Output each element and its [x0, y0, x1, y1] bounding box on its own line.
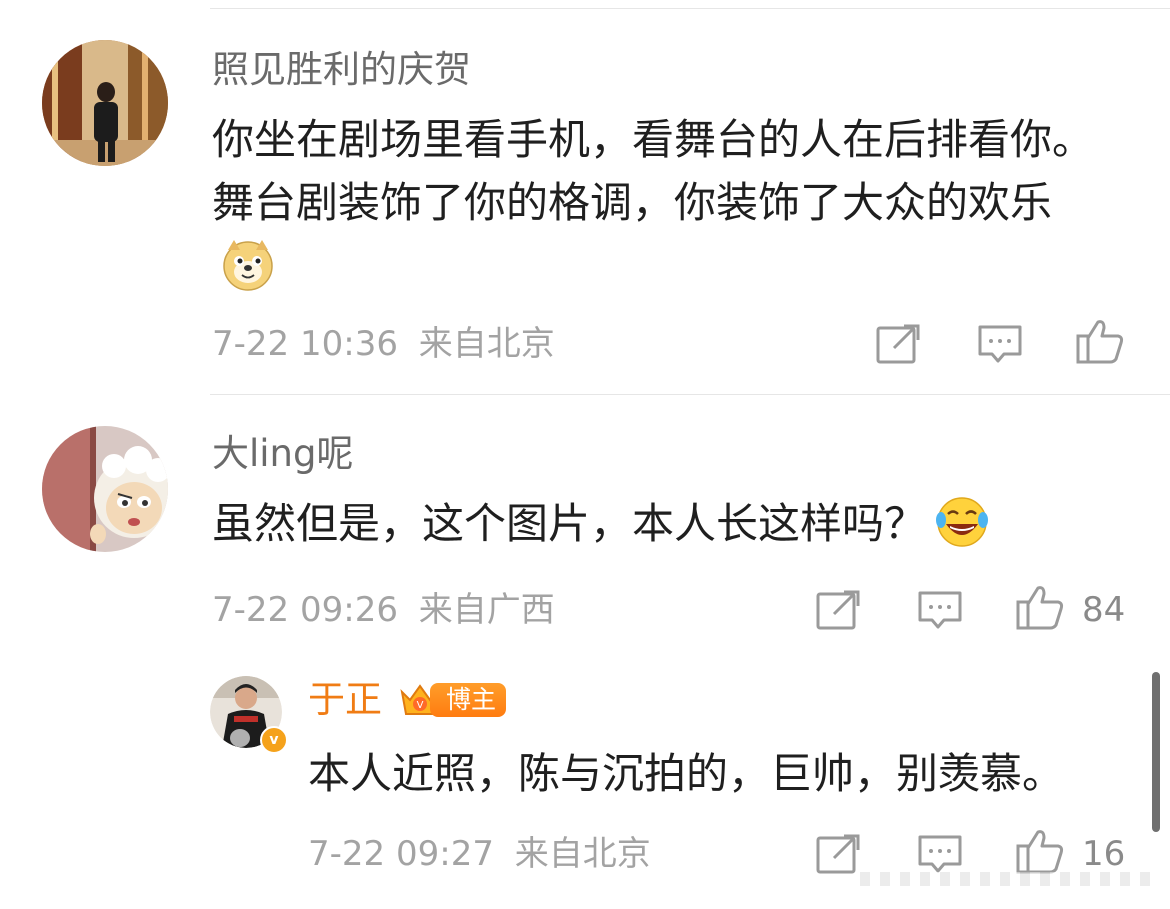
avatar[interactable] [42, 40, 168, 166]
avatar[interactable]: v [210, 676, 288, 754]
like-icon[interactable] [1076, 318, 1124, 364]
timestamp: 7-22 10:36 [212, 324, 398, 364]
comment-text: 你坐在剧场里看手机，看舞台的人在后排看你。舞台剧装饰了你的格调，你装饰了大众的欢… [212, 108, 1112, 297]
comment-meta: 7-22 09:26 来自广西 [212, 590, 555, 630]
comment-text: 虽然但是，这个图片，本人长这样吗？ [212, 492, 1112, 555]
like-icon[interactable] [1016, 584, 1064, 630]
doge-emoji-icon [220, 236, 276, 292]
comment-icon[interactable] [918, 834, 962, 874]
like-icon[interactable] [1016, 828, 1064, 874]
like-count: 84 [1082, 590, 1126, 630]
comment-icon[interactable] [918, 590, 962, 630]
location: 来自广西 [418, 590, 555, 630]
scrollbar[interactable] [1152, 672, 1160, 832]
reply-text: 本人近照，陈与沉拍的，巨帅，别羡慕。 [308, 749, 1065, 798]
timestamp: 7-22 09:26 [212, 590, 398, 630]
comment-divider [210, 394, 1170, 395]
top-divider [210, 8, 1170, 9]
reply-meta: 7-22 09:27 来自北京 [308, 834, 651, 874]
like-count: 16 [1082, 834, 1126, 874]
blogger-username[interactable]: 于正 [308, 678, 382, 722]
comment-icon[interactable] [978, 324, 1022, 364]
location: 来自北京 [418, 324, 555, 364]
location: 来自北京 [514, 834, 651, 874]
repost-icon[interactable] [816, 590, 860, 630]
comment-meta: 7-22 10:36 来自北京 [212, 324, 555, 364]
blogger-badge: V 博主 [398, 680, 507, 720]
username[interactable]: 照见胜利的庆贺 [212, 48, 471, 92]
timestamp: 7-22 09:27 [308, 834, 494, 874]
repost-icon[interactable] [876, 324, 920, 364]
repost-icon[interactable] [816, 834, 860, 874]
comment-text-content: 你坐在剧场里看手机，看舞台的人在后排看你。舞台剧装饰了你的格调，你装饰了大众的欢… [212, 115, 1095, 227]
laughing-tears-emoji-icon [934, 494, 990, 550]
bottom-fade [860, 872, 1160, 886]
avatar[interactable] [42, 426, 168, 552]
username[interactable]: 大ling呢 [212, 432, 354, 476]
comment-text-content: 虽然但是，这个图片，本人长这样吗？ [212, 499, 927, 548]
badge-label: 博主 [430, 683, 507, 717]
verified-badge-icon: v [260, 726, 288, 754]
svg-text:V: V [417, 700, 424, 711]
